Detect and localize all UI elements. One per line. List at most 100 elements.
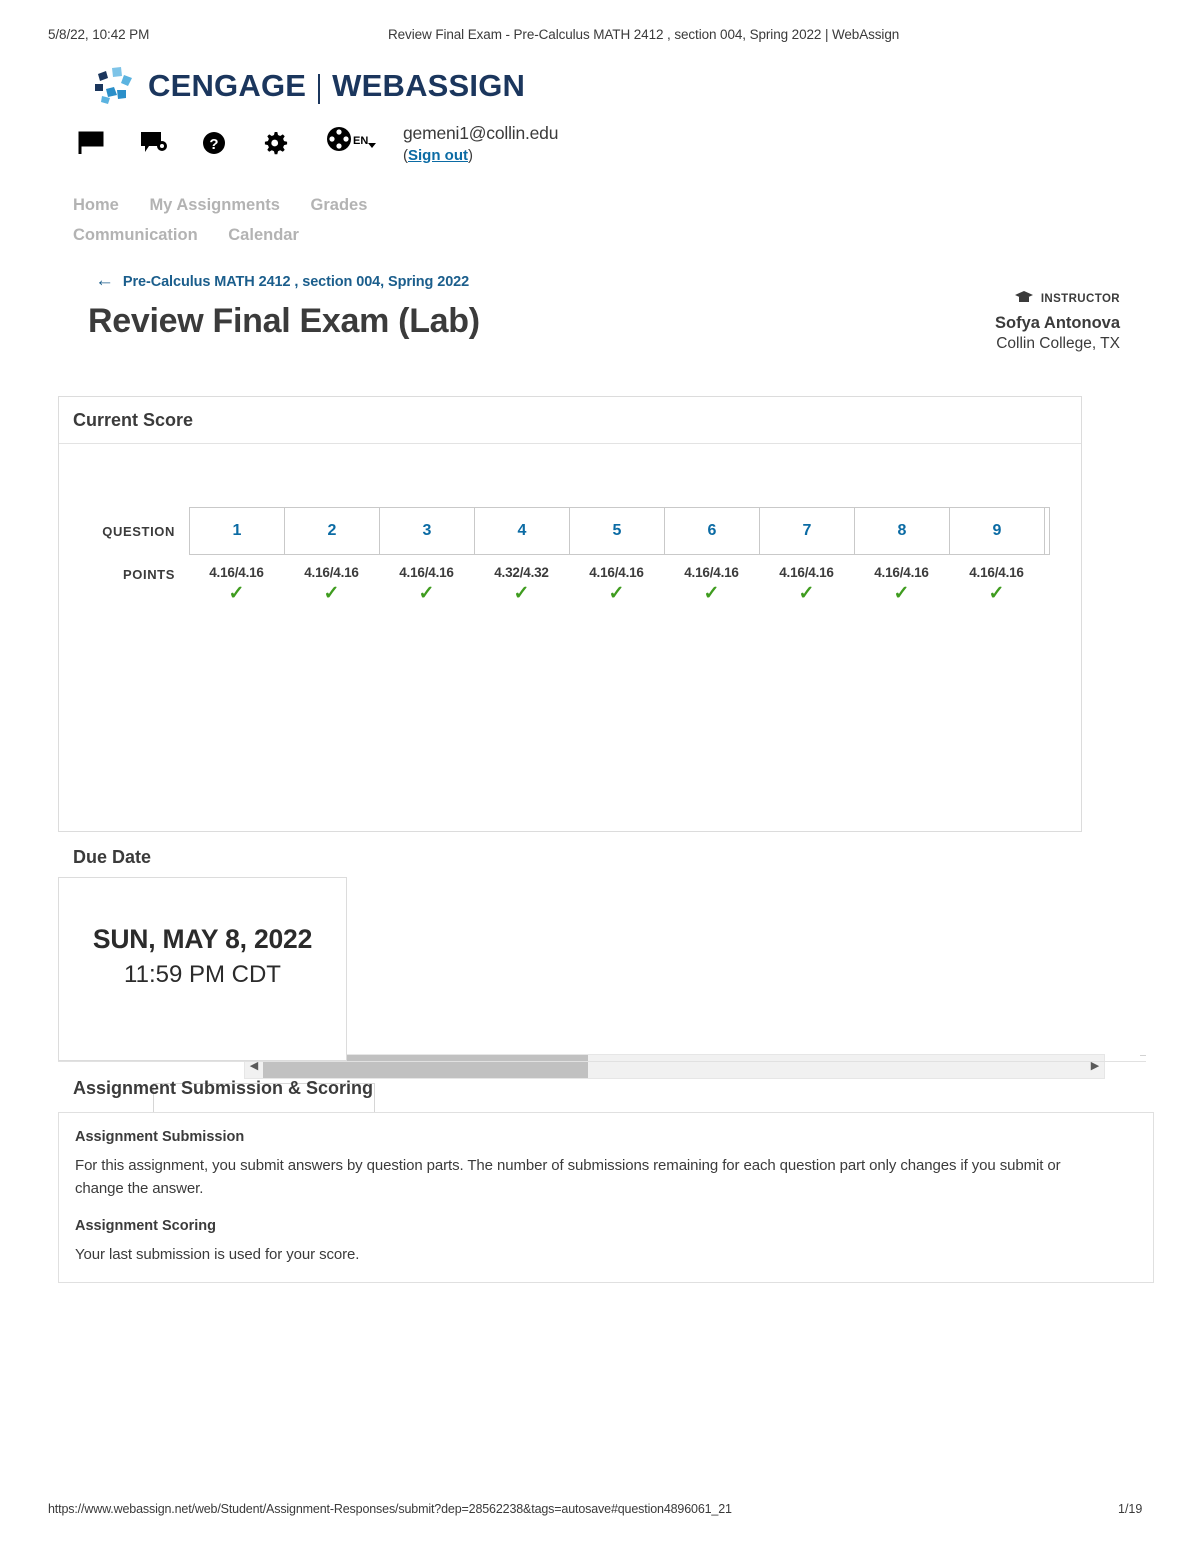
instructor-block: INSTRUCTOR Sofya Antonova Collin College… [830, 290, 1120, 353]
breadcrumb[interactable]: ← Pre-Calculus MATH 2412 , section 004, … [95, 271, 469, 291]
signout-line: (Sign out) [403, 146, 558, 166]
points-cell-8: 4.16/4.16 ✓ [854, 565, 949, 603]
scrollbar-track[interactable] [263, 1055, 1086, 1078]
points-cell-5: 4.16/4.16 ✓ [569, 565, 664, 603]
points-cell-1: 4.16/4.16 ✓ [189, 565, 284, 603]
question-cell-4[interactable]: 4 [475, 508, 570, 554]
question-cell-7[interactable]: 7 [760, 508, 855, 554]
points-cell-4: 4.32/4.32 ✓ [474, 565, 569, 603]
points-row-label: POINTS [123, 567, 175, 582]
user-email: gemeni1@collin.edu [403, 123, 559, 143]
due-date-value: SUN, MAY 8, 2022 [92, 924, 313, 954]
points-cell-3: 4.16/4.16 ✓ [379, 565, 474, 603]
user-block: gemeni1@collin.edu (Sign out) [403, 122, 558, 166]
print-header-timestamp: 5/8/22, 10:42 PM [48, 27, 150, 42]
question-cell-9[interactable]: 9 [950, 508, 1045, 554]
correct-check-icon: ✓ [703, 583, 720, 603]
due-date-label: Due Date [73, 847, 152, 867]
brand-name-cengage: CENGAGE [148, 67, 307, 103]
due-time-value: 11:59 PM CDT [124, 961, 281, 988]
nav-calendar[interactable]: Calendar [228, 220, 299, 250]
question-cell-6[interactable]: 6 [665, 508, 760, 554]
page-edge-tick [1140, 1055, 1146, 1056]
breadcrumb-label[interactable]: Pre-Calculus MATH 2412 , section 004, Sp… [123, 274, 469, 290]
print-footer-page: 1/19 [1118, 1502, 1143, 1516]
back-arrow-icon[interactable]: ← [95, 271, 114, 290]
correct-check-icon: ✓ [323, 583, 340, 603]
points-value: 4.16/4.16 [1044, 565, 1050, 580]
flag-icon[interactable] [78, 126, 140, 160]
question-cell-10[interactable]: 10 [1045, 508, 1049, 554]
chevron-down-icon [368, 143, 376, 148]
settings-gear-icon[interactable] [264, 126, 326, 160]
question-table-scrollbar[interactable]: ◀ ▶ [244, 1054, 1105, 1079]
correct-check-icon: ✓ [228, 583, 245, 603]
print-header: 5/8/22, 10:42 PM Review Final Exam - Pre… [0, 27, 1200, 47]
question-cell-1[interactable]: 1 [190, 508, 285, 554]
current-score-card: Current Score QUESTION 1 2 3 4 5 6 7 8 9 [58, 396, 1105, 1211]
language-globe-icon [326, 126, 352, 157]
points-value: 4.16/4.16 [969, 565, 1024, 580]
language-label: EN [353, 135, 369, 147]
nav-my-assignments[interactable]: My Assignments [149, 190, 280, 220]
question-cell-3[interactable]: 3 [380, 508, 475, 554]
question-header-row: QUESTION 1 2 3 4 5 6 7 8 9 10 [69, 507, 1083, 555]
current-score-header: Current Score [59, 397, 1081, 444]
question-cell-8[interactable]: 8 [855, 508, 950, 554]
svg-text:?: ? [209, 136, 218, 153]
points-value: 4.16/4.16 [399, 565, 454, 580]
nav-grades[interactable]: Grades [311, 190, 368, 220]
brand-bar: CENGAGE WEBASSIGN [92, 63, 525, 107]
question-cell-2[interactable]: 2 [285, 508, 380, 554]
points-value: 4.16/4.16 [209, 565, 264, 580]
print-footer-url: https://www.webassign.net/web/Student/As… [48, 1502, 732, 1516]
nav-row-1: Home My Assignments Grades [73, 190, 693, 220]
points-value: 4.16/4.16 [304, 565, 359, 580]
brand-divider [318, 74, 321, 104]
due-date-divider [58, 1061, 1146, 1062]
points-cell-9: 4.16/4.16 ✓ [949, 565, 1044, 603]
scroll-right-arrow-icon[interactable]: ▶ [1086, 1061, 1104, 1072]
scroll-left-arrow-icon[interactable]: ◀ [245, 1061, 263, 1072]
question-row-label: QUESTION [102, 523, 175, 539]
correct-check-icon: ✓ [1044, 584, 1050, 603]
instructor-name: Sofya Antonova [995, 314, 1120, 332]
points-value: 4.16/4.16 [589, 565, 644, 580]
correct-check-icon: ✓ [798, 583, 815, 603]
question-cell-5[interactable]: 5 [570, 508, 665, 554]
correct-check-icon: ✓ [893, 583, 910, 603]
nav-communication[interactable]: Communication [73, 220, 198, 250]
nav-home[interactable]: Home [73, 190, 119, 220]
assignment-submission-text: For this assignment, you submit answers … [75, 1157, 1061, 1198]
signout-paren-close: ) [468, 146, 473, 164]
points-cell-2: 4.16/4.16 ✓ [284, 565, 379, 603]
points-value: 4.32/4.32 [494, 565, 549, 580]
points-row: POINTS 4.16/4.16 ✓ 4.16/4.16 ✓ 4.16/4.16 [69, 555, 1083, 603]
message-icon[interactable] [140, 126, 202, 160]
points-cell-10: 4.16/4.16 ✓ [1044, 565, 1050, 603]
points-value: 4.16/4.16 [874, 565, 929, 580]
language-selector[interactable]: EN [326, 126, 402, 157]
assignment-submission-heading: Assignment Submission [75, 1129, 245, 1145]
points-cell-7: 4.16/4.16 ✓ [759, 565, 854, 603]
cengage-dots-logo-icon [92, 65, 138, 105]
print-header-title: Review Final Exam - Pre-Calculus MATH 24… [388, 27, 900, 42]
points-value: 4.16/4.16 [779, 565, 834, 580]
print-footer: https://www.webassign.net/web/Student/As… [0, 1502, 1200, 1522]
points-cell-6: 4.16/4.16 ✓ [664, 565, 759, 603]
question-score-table: QUESTION 1 2 3 4 5 6 7 8 9 10 [69, 507, 1083, 603]
submission-scoring-label: Assignment Submission & Scoring [73, 1078, 374, 1098]
assignment-scoring-heading: Assignment Scoring [75, 1217, 216, 1234]
brand-name-webassign: WEBASSIGN [332, 67, 526, 103]
instructor-heading-label: INSTRUCTOR [1040, 292, 1120, 305]
utility-icon-row: ? EN [78, 126, 402, 160]
question-cells: 1 2 3 4 5 6 7 8 9 10 [189, 507, 1050, 555]
current-score-label: Current Score [73, 409, 194, 430]
correct-check-icon: ✓ [988, 583, 1005, 603]
instructor-school: Collin College, TX [996, 335, 1120, 352]
signout-link[interactable]: Sign out [408, 147, 468, 164]
nav-row-2: Communication Calendar [73, 220, 693, 250]
assignment-scoring-text: Your last submission is used for your sc… [75, 1245, 360, 1263]
submission-scoring-card: Assignment Submission For this assignmen… [58, 1112, 1154, 1283]
help-icon[interactable]: ? [202, 126, 264, 160]
